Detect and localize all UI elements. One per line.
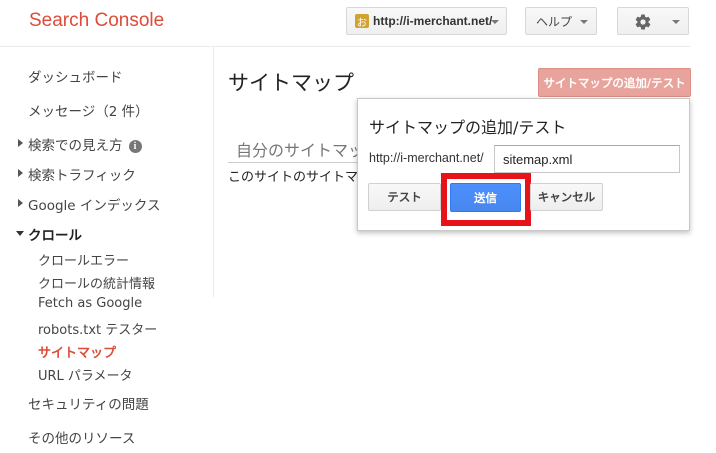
site-favicon-icon: お [355, 14, 369, 29]
sidebar-item-google-index[interactable]: Google インデックス [28, 194, 161, 214]
expand-arrow-icon[interactable] [18, 199, 23, 207]
dialog-title: サイトマップの追加/テスト [369, 118, 567, 137]
sidebar-item-search-traffic[interactable]: 検索トラフィック [28, 164, 136, 184]
sidebar-item-other-resources[interactable]: その他のリソース [28, 427, 135, 447]
sidebar-item-fetch-as-google[interactable]: Fetch as Google [38, 296, 142, 311]
sidebar-item-crawl[interactable]: クロール [28, 224, 82, 244]
sidebar-divider [213, 47, 214, 297]
expand-arrow-icon[interactable] [18, 139, 23, 147]
search-console-logo[interactable]: Search Console [29, 10, 164, 32]
site-sitemaps-label: このサイトのサイトマップ [228, 170, 358, 185]
gear-icon [635, 14, 651, 30]
url-prefix-label: http://i-merchant.net/ [369, 151, 484, 165]
sidebar-item-dashboard[interactable]: ダッシュボード [28, 66, 123, 86]
sidebar-item-messages[interactable]: メッセージ（2 件） [28, 100, 149, 120]
collapse-arrow-icon[interactable] [16, 231, 24, 236]
sidebar-item-label: 検索での見え方 [28, 138, 123, 154]
header-divider [0, 46, 690, 47]
chevron-down-icon [580, 20, 588, 24]
info-icon[interactable]: i [128, 140, 142, 153]
sidebar-item-crawl-stats[interactable]: クロールの統計情報 [38, 273, 155, 292]
page-title: サイトマップ [228, 71, 354, 95]
add-test-sitemap-button[interactable]: サイトマップの追加/テスト [538, 68, 691, 97]
sidebar-item-search-appearance[interactable]: 検索での見え方 i [28, 134, 142, 154]
submit-button[interactable]: 送信 [450, 183, 521, 212]
sidebar-item-crawl-errors[interactable]: クロールエラー [38, 250, 129, 269]
test-button[interactable]: テスト [368, 183, 441, 211]
help-label: ヘルプ [536, 14, 573, 29]
sidebar-item-url-parameters[interactable]: URL パラメータ [38, 365, 133, 384]
chevron-down-icon [491, 20, 499, 24]
tab-underline [228, 162, 358, 163]
site-url-label: http://i-merchant.net/ [373, 14, 493, 28]
settings-button[interactable] [617, 7, 689, 35]
sidebar-item-sitemaps[interactable]: サイトマップ [38, 342, 116, 361]
help-button[interactable]: ヘルプ [525, 7, 597, 35]
add-sitemap-dialog: サイトマップの追加/テスト http://i-merchant.net/ テスト… [357, 98, 690, 231]
expand-arrow-icon[interactable] [18, 169, 23, 177]
chevron-down-icon [672, 20, 680, 24]
sitemap-path-input[interactable] [494, 145, 680, 173]
site-selector[interactable]: お http://i-merchant.net/ [346, 7, 507, 35]
sidebar-item-robots-tester[interactable]: robots.txt テスター [38, 319, 157, 338]
sidebar-item-security-issues[interactable]: セキュリティの問題 [28, 393, 149, 413]
cancel-button[interactable]: キャンセル [530, 183, 603, 211]
